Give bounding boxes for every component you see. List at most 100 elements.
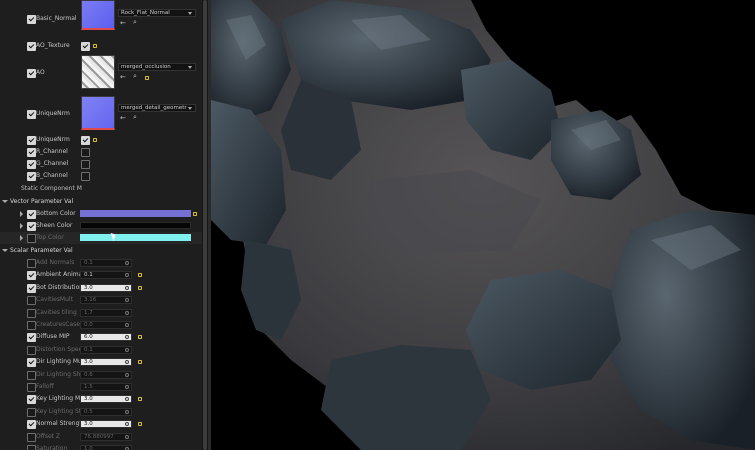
- scalar-label: CavitiesMult: [36, 296, 73, 304]
- top-color-override[interactable]: [27, 234, 36, 243]
- spinner-icon[interactable]: [125, 372, 129, 377]
- search-icon[interactable]: ⌕: [133, 72, 137, 81]
- scalar-override-checkbox[interactable]: [27, 383, 36, 392]
- browse-arrow-icon[interactable]: ←: [120, 19, 126, 27]
- basic-normal-thumbnail[interactable]: [81, 0, 115, 30]
- reset-arrow-icon[interactable]: [193, 212, 197, 216]
- ao-checkbox[interactable]: [27, 69, 36, 78]
- scalar-value-field[interactable]: 3.16: [80, 296, 132, 305]
- bottom-color-override[interactable]: [27, 210, 36, 219]
- spinner-icon[interactable]: [125, 347, 129, 352]
- basic-normal-asset-combo[interactable]: Rock_Flat_Normal: [118, 9, 196, 17]
- sheen-color-swatch[interactable]: [80, 222, 191, 229]
- basic-normal-checkbox[interactable]: [27, 15, 36, 24]
- browse-arrow-icon[interactable]: ←: [120, 73, 126, 81]
- reset-arrow-icon[interactable]: [138, 360, 142, 365]
- spinner-icon[interactable]: [125, 385, 129, 389]
- ao-asset-combo[interactable]: merged_occlusion: [118, 63, 196, 71]
- search-icon[interactable]: ⌕: [133, 18, 137, 27]
- scalar-override-checkbox[interactable]: [27, 271, 36, 281]
- spinner-icon[interactable]: [125, 261, 129, 265]
- expand-arrow-icon[interactable]: [20, 235, 23, 241]
- scalar-value-field[interactable]: 3.0: [80, 358, 132, 367]
- r-channel-override[interactable]: [27, 148, 36, 157]
- uniquenrm-asset-combo[interactable]: merged_detail_geometr: [118, 104, 196, 112]
- scalar-value-field[interactable]: 0.1: [80, 345, 132, 354]
- browse-arrow-icon[interactable]: ←: [120, 114, 126, 122]
- scalar-value-field[interactable]: 3.0: [80, 420, 132, 429]
- scalar-override-checkbox[interactable]: [27, 283, 36, 293]
- scalar-override-checkbox[interactable]: [27, 259, 36, 268]
- top-color-swatch[interactable]: [80, 234, 191, 241]
- scalar-section-header[interactable]: Scalar Parameter Val: [0, 245, 202, 257]
- scalar-override-checkbox[interactable]: [27, 308, 36, 318]
- spinner-icon[interactable]: [125, 273, 129, 278]
- scalar-value-field[interactable]: 3.0: [80, 395, 132, 404]
- spinner-icon[interactable]: [125, 360, 129, 365]
- expand-arrow-icon[interactable]: [20, 223, 23, 229]
- scalar-label: Distortion Speed: [36, 345, 87, 353]
- search-icon[interactable]: ⌕: [133, 113, 137, 122]
- uniquenrm-switch-override[interactable]: [27, 136, 36, 145]
- 3d-viewport[interactable]: [211, 0, 755, 450]
- reset-arrow-icon[interactable]: [145, 76, 149, 80]
- g-channel-value[interactable]: [81, 160, 90, 169]
- vector-section-header[interactable]: Vector Parameter Val: [0, 196, 202, 208]
- reset-arrow-icon[interactable]: [93, 44, 97, 48]
- scalar-value-field[interactable]: 0.1: [80, 271, 132, 280]
- spinner-icon[interactable]: [125, 335, 129, 340]
- uniquenrm-texture-checkbox[interactable]: [27, 110, 36, 119]
- reset-arrow-icon[interactable]: [138, 285, 142, 290]
- spinner-icon[interactable]: [125, 409, 129, 414]
- scalar-value-field[interactable]: 1.7: [80, 308, 132, 317]
- scalar-override-checkbox[interactable]: [27, 407, 36, 417]
- scalar-value-field[interactable]: 0.0: [80, 321, 132, 329]
- reset-arrow-icon[interactable]: [138, 273, 142, 278]
- scalar-override-checkbox[interactable]: [27, 345, 36, 355]
- ao-texture-checkbox[interactable]: [27, 42, 36, 51]
- scalar-value-field[interactable]: 3.0: [80, 283, 132, 292]
- scalar-override-checkbox[interactable]: [27, 432, 36, 442]
- reset-arrow-icon[interactable]: [138, 335, 142, 340]
- scalar-override-checkbox[interactable]: [27, 296, 36, 306]
- ao-texture-value-checkbox[interactable]: [81, 42, 90, 51]
- spinner-icon[interactable]: [125, 285, 129, 290]
- b-channel-override[interactable]: [27, 172, 36, 181]
- spinner-icon[interactable]: [125, 422, 129, 427]
- spinner-icon[interactable]: [125, 298, 129, 303]
- g-channel-override[interactable]: [27, 160, 36, 169]
- bottom-color-swatch[interactable]: [80, 210, 191, 217]
- spinner-icon[interactable]: [125, 434, 129, 439]
- scalar-override-checkbox[interactable]: [27, 333, 36, 343]
- scalar-label: Falloff: [36, 383, 54, 390]
- spinner-icon[interactable]: [125, 397, 129, 402]
- sheen-color-override[interactable]: [27, 222, 36, 231]
- scalar-value-field[interactable]: 0.5: [80, 407, 132, 416]
- scrollbar-thumb[interactable]: [203, 0, 207, 450]
- scalar-override-checkbox[interactable]: [27, 321, 36, 330]
- scalar-override-checkbox[interactable]: [27, 370, 36, 380]
- scalar-override-checkbox[interactable]: [27, 445, 36, 450]
- scalar-value-field[interactable]: 0.6: [80, 370, 132, 379]
- uniquenrm-switch-value[interactable]: [81, 136, 90, 145]
- collapse-arrow-icon[interactable]: [2, 249, 8, 252]
- scalar-value-field[interactable]: 1.0: [80, 445, 132, 450]
- b-channel-value[interactable]: [81, 172, 90, 181]
- reset-arrow-icon[interactable]: [93, 138, 97, 142]
- scalar-value-field[interactable]: 1.5: [80, 383, 132, 391]
- spinner-icon[interactable]: [125, 310, 129, 315]
- ao-thumbnail[interactable]: [81, 55, 115, 89]
- collapse-arrow-icon[interactable]: [2, 200, 8, 203]
- scalar-value-field[interactable]: 6.0: [80, 333, 132, 342]
- scalar-value-field[interactable]: 76.880997: [80, 432, 132, 441]
- reset-arrow-icon[interactable]: [138, 422, 142, 427]
- spinner-icon[interactable]: [125, 323, 129, 327]
- expand-arrow-icon[interactable]: [20, 211, 23, 217]
- scalar-value-field[interactable]: 0.1: [80, 259, 132, 267]
- scalar-override-checkbox[interactable]: [27, 420, 36, 430]
- scalar-override-checkbox[interactable]: [27, 358, 36, 368]
- uniquenrm-thumbnail[interactable]: [81, 96, 115, 130]
- scalar-override-checkbox[interactable]: [27, 395, 36, 405]
- reset-arrow-icon[interactable]: [138, 397, 142, 402]
- r-channel-value[interactable]: [81, 148, 90, 157]
